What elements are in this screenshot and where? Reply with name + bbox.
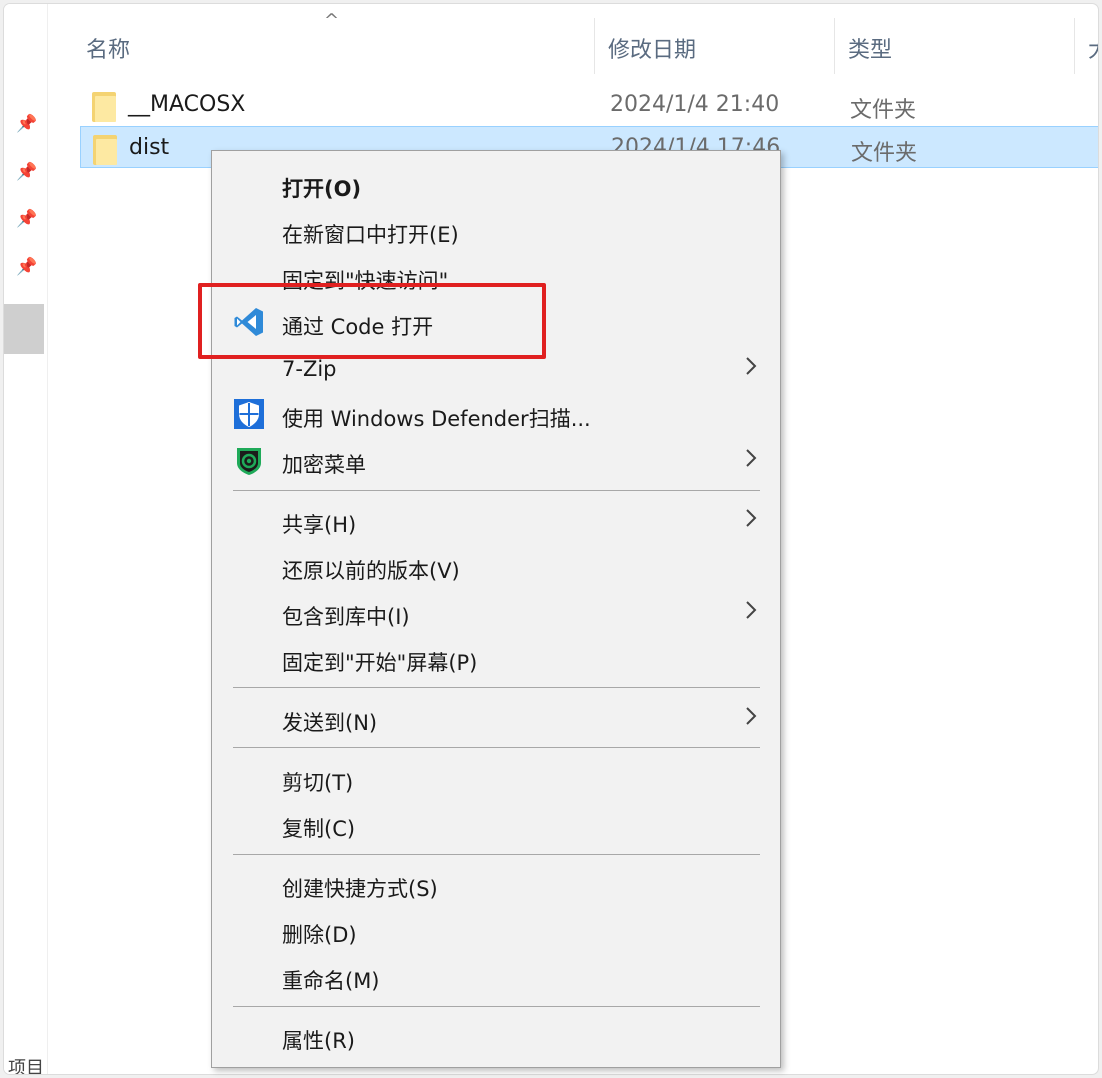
column-date[interactable]: 修改日期 — [608, 32, 696, 64]
encrypt-icon — [237, 448, 261, 475]
chevron-right-icon — [746, 707, 757, 725]
chevron-up-icon: ^ — [324, 10, 340, 31]
column-divider[interactable] — [834, 18, 835, 74]
pin-icon[interactable]: 📌 — [16, 114, 37, 134]
file-date: 2024/1/4 21:40 — [610, 92, 780, 117]
menu-item-open[interactable]: 打开(O) — [212, 162, 780, 206]
nav-item-label: 项目 — [8, 1058, 44, 1074]
column-divider[interactable] — [594, 18, 595, 74]
menu-item-encrypt[interactable]: 加密菜单 — [212, 438, 780, 482]
menu-item-share[interactable]: 共享(H) — [212, 498, 780, 542]
column-type[interactable]: 类型 — [848, 32, 892, 64]
menu-separator — [233, 747, 760, 748]
menu-item-label: 加密菜单 — [282, 453, 366, 477]
context-menu: 打开(O) 在新窗口中打开(E) 固定到"快速访问" 通过 Code 打开 7-… — [211, 150, 781, 1068]
folder-icon — [93, 135, 117, 165]
column-header: ^ 名称 修改日期 类型 大 — [48, 4, 1098, 76]
nav-selected-item[interactable] — [4, 304, 44, 354]
menu-item-rename[interactable]: 重命名(M) — [212, 954, 780, 998]
column-divider[interactable] — [1074, 18, 1075, 74]
pin-icon[interactable]: 📌 — [16, 257, 37, 277]
menu-item-copy[interactable]: 复制(C) — [212, 802, 780, 846]
menu-item-label: 7-Zip — [282, 357, 337, 381]
menu-item-label: 剪切(T) — [282, 771, 354, 795]
menu-item-label: 属性(R) — [282, 1029, 355, 1053]
file-row[interactable]: __MACOSX 2024/1/4 21:40 文件夹 — [80, 84, 1098, 126]
file-name: dist — [129, 135, 170, 160]
column-name[interactable]: 名称 — [86, 32, 130, 64]
menu-item-pin-quick-access[interactable]: 固定到"快速访问" — [212, 254, 780, 298]
menu-separator — [233, 854, 760, 855]
menu-separator — [233, 490, 760, 491]
menu-item-label: 复制(C) — [282, 817, 356, 841]
menu-item-open-new-window[interactable]: 在新窗口中打开(E) — [212, 208, 780, 252]
menu-item-label: 包含到库中(I) — [282, 605, 410, 629]
pin-icon[interactable]: 📌 — [16, 162, 37, 182]
pin-icon[interactable]: 📌 — [16, 209, 37, 229]
vscode-icon — [234, 308, 263, 336]
menu-item-label: 还原以前的版本(V) — [282, 559, 460, 583]
menu-item-create-shortcut[interactable]: 创建快捷方式(S) — [212, 862, 780, 906]
menu-item-label: 固定到"开始"屏幕(P) — [282, 651, 478, 675]
chevron-right-icon — [746, 601, 757, 619]
menu-item-include-library[interactable]: 包含到库中(I) — [212, 590, 780, 634]
menu-separator — [233, 1006, 760, 1007]
menu-item-properties[interactable]: 属性(R) — [212, 1014, 780, 1058]
menu-item-label: 固定到"快速访问" — [282, 269, 449, 293]
menu-separator — [233, 687, 760, 688]
menu-item-defender-scan[interactable]: 使用 Windows Defender扫描... — [212, 392, 780, 436]
navigation-pane: 📌 📌 📌 📌 项目 — [4, 4, 48, 1074]
menu-item-restore-versions[interactable]: 还原以前的版本(V) — [212, 544, 780, 588]
menu-item-open-with-code[interactable]: 通过 Code 打开 — [212, 300, 780, 344]
chevron-right-icon — [746, 357, 757, 375]
menu-item-label: 打开(O) — [282, 177, 362, 201]
menu-item-7zip[interactable]: 7-Zip — [212, 346, 780, 390]
menu-item-label: 使用 Windows Defender扫描... — [282, 407, 591, 431]
folder-icon — [92, 92, 116, 122]
menu-item-label: 通过 Code 打开 — [282, 315, 434, 339]
menu-item-cut[interactable]: 剪切(T) — [212, 756, 780, 800]
menu-item-label: 在新窗口中打开(E) — [282, 223, 459, 247]
shield-icon — [234, 399, 264, 429]
menu-item-label: 创建快捷方式(S) — [282, 877, 438, 901]
menu-item-pin-start[interactable]: 固定到"开始"屏幕(P) — [212, 636, 780, 680]
menu-item-label: 删除(D) — [282, 923, 357, 947]
menu-item-delete[interactable]: 删除(D) — [212, 908, 780, 952]
menu-item-label: 共享(H) — [282, 513, 357, 537]
chevron-right-icon — [746, 449, 757, 467]
menu-item-label: 发送到(N) — [282, 711, 378, 735]
file-type: 文件夹 — [851, 141, 918, 166]
menu-item-send-to[interactable]: 发送到(N) — [212, 696, 780, 740]
column-size[interactable]: 大 — [1088, 32, 1098, 64]
file-type: 文件夹 — [850, 98, 917, 123]
chevron-right-icon — [746, 509, 757, 527]
file-name: __MACOSX — [128, 92, 246, 117]
menu-item-label: 重命名(M) — [282, 969, 380, 993]
